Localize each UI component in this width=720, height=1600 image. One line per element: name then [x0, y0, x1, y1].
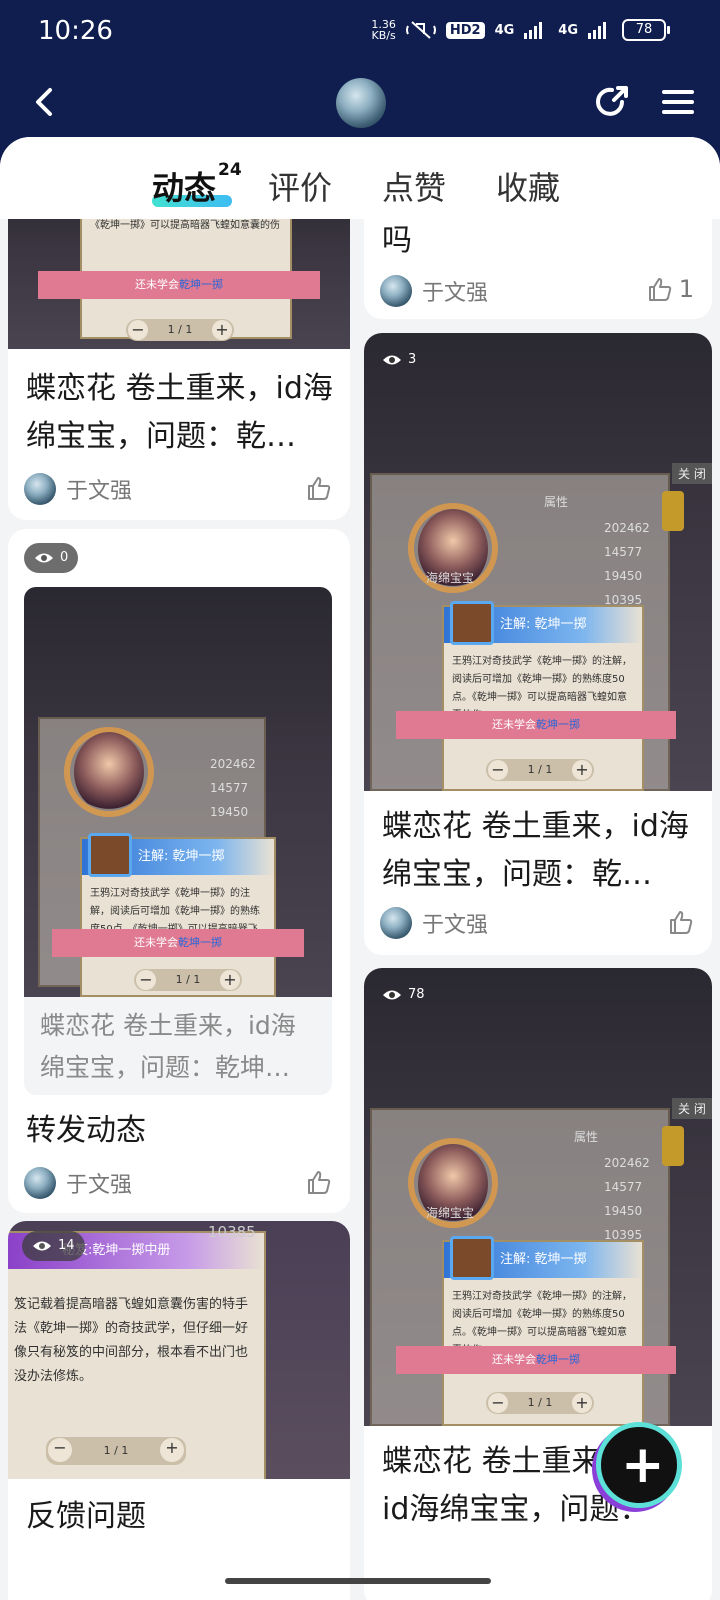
share-icon[interactable]: [592, 82, 632, 122]
post-card[interactable]: 0 202462 14577 19450 注解: 乾坤一掷 王鸦江对奇技武学《乾…: [8, 529, 350, 1213]
post-title: 反馈问题: [26, 1499, 146, 1534]
view-count: 3: [382, 345, 416, 375]
like-button[interactable]: [306, 475, 332, 501]
tab-bar: 动态 24 评价 点赞 收藏: [0, 137, 720, 219]
author-avatar: [24, 1167, 56, 1199]
like-count: 1: [678, 275, 694, 303]
content-sheet: 动态24 评价 点赞 收藏 王鸦江对奇技武学《乾坤一掷》的注解，阅读后可增加《乾…: [0, 137, 720, 1600]
not-learned-bar: 还未学会乾坤一掷: [396, 1346, 676, 1374]
tab-dynamics[interactable]: 动态 24: [152, 160, 242, 209]
tab-reviews[interactable]: 评价: [268, 163, 332, 209]
not-learned-bar: 还未学会乾坤一掷: [396, 711, 676, 739]
repost-box[interactable]: 202462 14577 19450 注解: 乾坤一掷 王鸦江对奇技武学《乾坤一…: [24, 587, 332, 1095]
repost-image: 202462 14577 19450 注解: 乾坤一掷 王鸦江对奇技武学《乾坤一…: [24, 587, 332, 997]
like-button[interactable]: [668, 909, 694, 935]
thumbs-up-icon: [308, 477, 331, 500]
post-image: 关 闭 属性 海绵宝宝 202462 14577 19450 10395 注解:…: [364, 968, 712, 1426]
hd-icon: HD2: [445, 21, 485, 39]
post-author[interactable]: 于文强: [380, 907, 488, 939]
post-card[interactable]: 秘笈:乾坤一掷中册 笈记载着提高暗器飞蝗如意囊伤害的特手法《乾坤一掷》的奇技武学…: [8, 1221, 350, 1600]
view-count: 0: [24, 543, 79, 573]
plus-icon: +: [621, 1435, 665, 1495]
post-title: 蝶恋花 卷土重来，id海绵宝宝，问题：乾…: [382, 809, 689, 892]
mute-vibrate-icon: [405, 21, 436, 39]
page-stepper: −1 / 1 +: [126, 319, 234, 341]
post-author[interactable]: 于文强: [24, 1167, 132, 1199]
not-learned-bar: 还未学会乾坤一掷: [52, 929, 304, 957]
signal-4g-icon: 4G: [494, 22, 515, 38]
eye-icon: [33, 1241, 51, 1251]
book-icon: [88, 833, 132, 877]
menu-icon[interactable]: [660, 84, 696, 120]
signal-bars-icon-2: [588, 22, 606, 39]
tab-badge: 24: [218, 160, 242, 181]
tab-likes[interactable]: 点赞: [382, 163, 446, 209]
post-author[interactable]: 于文强: [24, 473, 132, 505]
status-icons: 1.36 KB/s HD2 4G 4G 78: [371, 18, 670, 42]
battery-icon: 78: [622, 19, 670, 41]
tab-favorites[interactable]: 收藏: [496, 163, 560, 209]
post-card[interactable]: 王鸦江对奇技武学《乾坤一掷》的注解，阅读后可增加《乾坤一掷》的熟练度50点。《乾…: [8, 177, 350, 520]
net-speed: 1.36 KB/s: [371, 18, 396, 42]
status-time: 10:26: [38, 16, 113, 46]
status-bar: 10:26 1.36 KB/s HD2 4G 4G 78: [0, 0, 720, 64]
character-portrait: [74, 732, 144, 812]
post-title: 蝶恋花 卷土重来，id海绵宝宝，问题：乾…: [26, 371, 333, 454]
signal-4g-icon-2: 4G: [558, 22, 578, 38]
book-icon: [450, 601, 494, 645]
post-image: 关 闭 属性 海绵宝宝 202462 14577 19450 10395 注解:…: [364, 333, 712, 791]
top-nav: [0, 70, 720, 134]
thumbs-up-icon: [308, 1171, 331, 1194]
author-avatar: [380, 275, 412, 307]
profile-avatar[interactable]: [336, 78, 386, 128]
author-avatar: [24, 473, 56, 505]
post-author[interactable]: 于文强: [380, 275, 488, 307]
eye-icon: [35, 553, 53, 563]
eye-icon: [383, 990, 401, 1000]
post-card[interactable]: 关 闭 属性 海绵宝宝 202462 14577 19450 10395 注解:…: [364, 968, 712, 1600]
thumbs-up-icon: [670, 911, 693, 934]
home-indicator[interactable]: [225, 1578, 491, 1584]
like-button[interactable]: [306, 1169, 332, 1195]
view-count: 14: [22, 1231, 85, 1261]
back-icon[interactable]: [26, 82, 66, 122]
not-learned-bar: 还未学会乾坤一掷: [38, 271, 320, 299]
book-icon: [450, 1236, 494, 1280]
like-button[interactable]: 1: [647, 275, 694, 303]
page-stepper: −1 / 1 +: [134, 969, 242, 991]
post-title: 转发动态: [26, 1113, 146, 1148]
eye-icon: [383, 355, 401, 365]
game-panel: 秘笈:乾坤一掷中册 笈记载着提高暗器飞蝗如意囊伤害的特手法《乾坤一掷》的奇技武学…: [8, 1231, 266, 1479]
view-count: 78: [382, 980, 425, 1010]
add-post-button[interactable]: +: [596, 1422, 682, 1508]
author-avatar: [380, 907, 412, 939]
post-card[interactable]: 关 闭 属性 海绵宝宝 202462 14577 19450 10395 注解:…: [364, 333, 712, 955]
page-stepper: −1 / 1 +: [486, 759, 594, 781]
page-stepper: −1 / 1 +: [46, 1437, 186, 1465]
repost-text: 蝶恋花 卷土重来，id海绵宝宝，问题：乾坤…: [40, 1011, 296, 1082]
thumbs-up-icon: [648, 278, 671, 301]
page-stepper: −1 / 1 +: [486, 1392, 594, 1414]
post-title: 吗: [382, 223, 412, 258]
signal-bars-icon: [524, 22, 543, 39]
